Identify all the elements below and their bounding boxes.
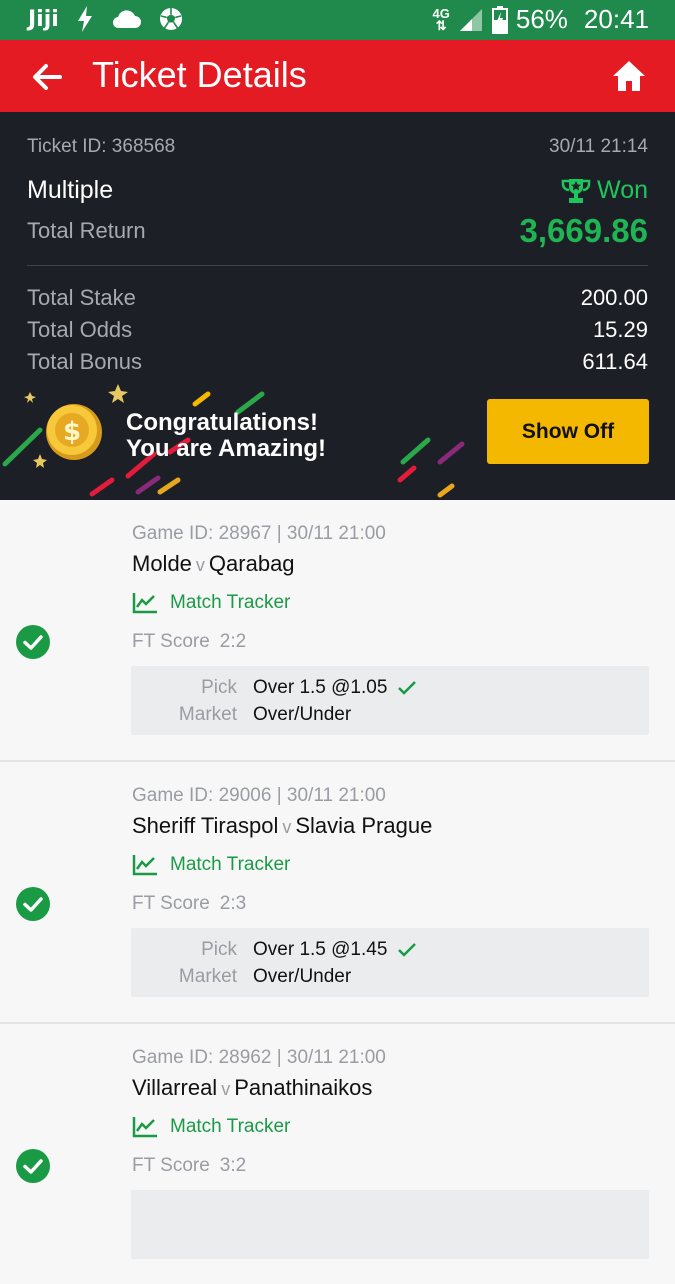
pick-details xyxy=(131,1190,649,1259)
game-id: Game ID: 29006 | 30/11 21:00 xyxy=(132,785,386,806)
pick-details: Pick Over 1.5 @1.45 Market Over/Under xyxy=(131,928,649,997)
won-check-icon xyxy=(16,887,50,921)
total-return-label: Total Return xyxy=(27,218,146,243)
ft-score: FT Score 3:2 xyxy=(132,1155,247,1176)
total-odds-label: Total Odds xyxy=(27,317,133,342)
lightning-icon xyxy=(77,6,92,32)
total-bonus-label: Total Bonus xyxy=(27,349,142,374)
game-id: Game ID: 28967 | 30/11 21:00 xyxy=(132,523,386,544)
chart-line-icon xyxy=(132,1117,157,1138)
trophy-icon xyxy=(561,178,591,203)
ticket-type: Multiple xyxy=(27,176,114,204)
show-off-button[interactable]: Show Off xyxy=(487,399,649,464)
pick-value: Over 1.5 @1.45 xyxy=(253,939,388,960)
match-tracker-link[interactable]: Match Tracker xyxy=(132,854,290,876)
ticket-id: Ticket ID: 368568 xyxy=(27,136,176,157)
total-stake-label: Total Stake xyxy=(27,285,136,310)
market-value: Over/Under xyxy=(253,966,352,987)
svg-text:$: $ xyxy=(63,417,81,447)
total-bonus-value: 611.64 xyxy=(582,349,648,374)
total-odds-value: 15.29 xyxy=(592,317,648,342)
soccer-ball-icon xyxy=(159,8,182,30)
ticket-status: Won xyxy=(561,176,648,205)
signal-icon xyxy=(459,8,482,31)
back-arrow-icon[interactable] xyxy=(30,60,64,94)
congratulations-text: Congratulations! You are Amazing! xyxy=(126,409,327,462)
match-teams: Villarreal v Panathinaikos xyxy=(132,1075,373,1100)
game-card: Game ID: 28967 | 30/11 21:00 Molde v Qarab… xyxy=(0,500,675,762)
match-teams: Sheriff Tiraspol v Slavia Prague xyxy=(132,813,433,838)
ticket-summary: Ticket ID: 368568 30/11 21:14 Multiple W… xyxy=(0,112,675,500)
network-type: 4G ⇅ xyxy=(432,5,450,33)
match-teams: Molde v Qarabag xyxy=(132,551,295,576)
home-icon[interactable] xyxy=(611,58,647,94)
pick-details: Pick Over 1.5 @1.05 Market Over/Under xyxy=(131,666,649,735)
chart-line-icon xyxy=(132,593,157,614)
battery-percent: 56% xyxy=(515,4,568,34)
ticket-datetime: 30/11 21:14 xyxy=(549,136,648,157)
status-bar: Jiji 4G ⇅ 56% 20:41 xyxy=(0,0,675,40)
chart-line-icon xyxy=(132,855,157,876)
game-id: Game ID: 28962 | 30/11 21:00 xyxy=(132,1047,386,1068)
total-return-value: 3,669.86 xyxy=(519,212,648,249)
match-tracker-link[interactable]: Match Tracker xyxy=(132,1116,290,1138)
clock: 20:41 xyxy=(583,4,649,34)
market-value: Over/Under xyxy=(253,704,352,725)
ft-score: FT Score 2:3 xyxy=(132,893,247,914)
app-bar: Ticket Details xyxy=(0,40,675,112)
check-icon xyxy=(398,681,417,695)
game-card: Game ID: 29006 | 30/11 21:00 Sheriff Tir… xyxy=(0,762,675,1024)
won-label: Won xyxy=(597,176,648,204)
summary-divider xyxy=(27,265,648,266)
battery-icon xyxy=(491,5,508,34)
game-card: Game ID: 28962 | 30/11 21:00 Villarreal v… xyxy=(0,1024,675,1284)
match-tracker-link[interactable]: Match Tracker xyxy=(132,592,290,614)
cloud-icon xyxy=(112,10,141,29)
won-check-icon xyxy=(16,1149,50,1183)
page-title: Ticket Details xyxy=(92,54,307,95)
game-list: Game ID: 28967 | 30/11 21:00 Molde v Qarab… xyxy=(0,500,675,1284)
pick-value: Over 1.5 @1.05 xyxy=(253,677,388,698)
jiji-notification-icon: Jiji xyxy=(28,6,59,32)
ft-score: FT Score 2:2 xyxy=(132,631,247,652)
check-icon xyxy=(398,943,417,957)
won-check-icon xyxy=(16,625,50,659)
total-stake-value: 200.00 xyxy=(580,285,648,310)
